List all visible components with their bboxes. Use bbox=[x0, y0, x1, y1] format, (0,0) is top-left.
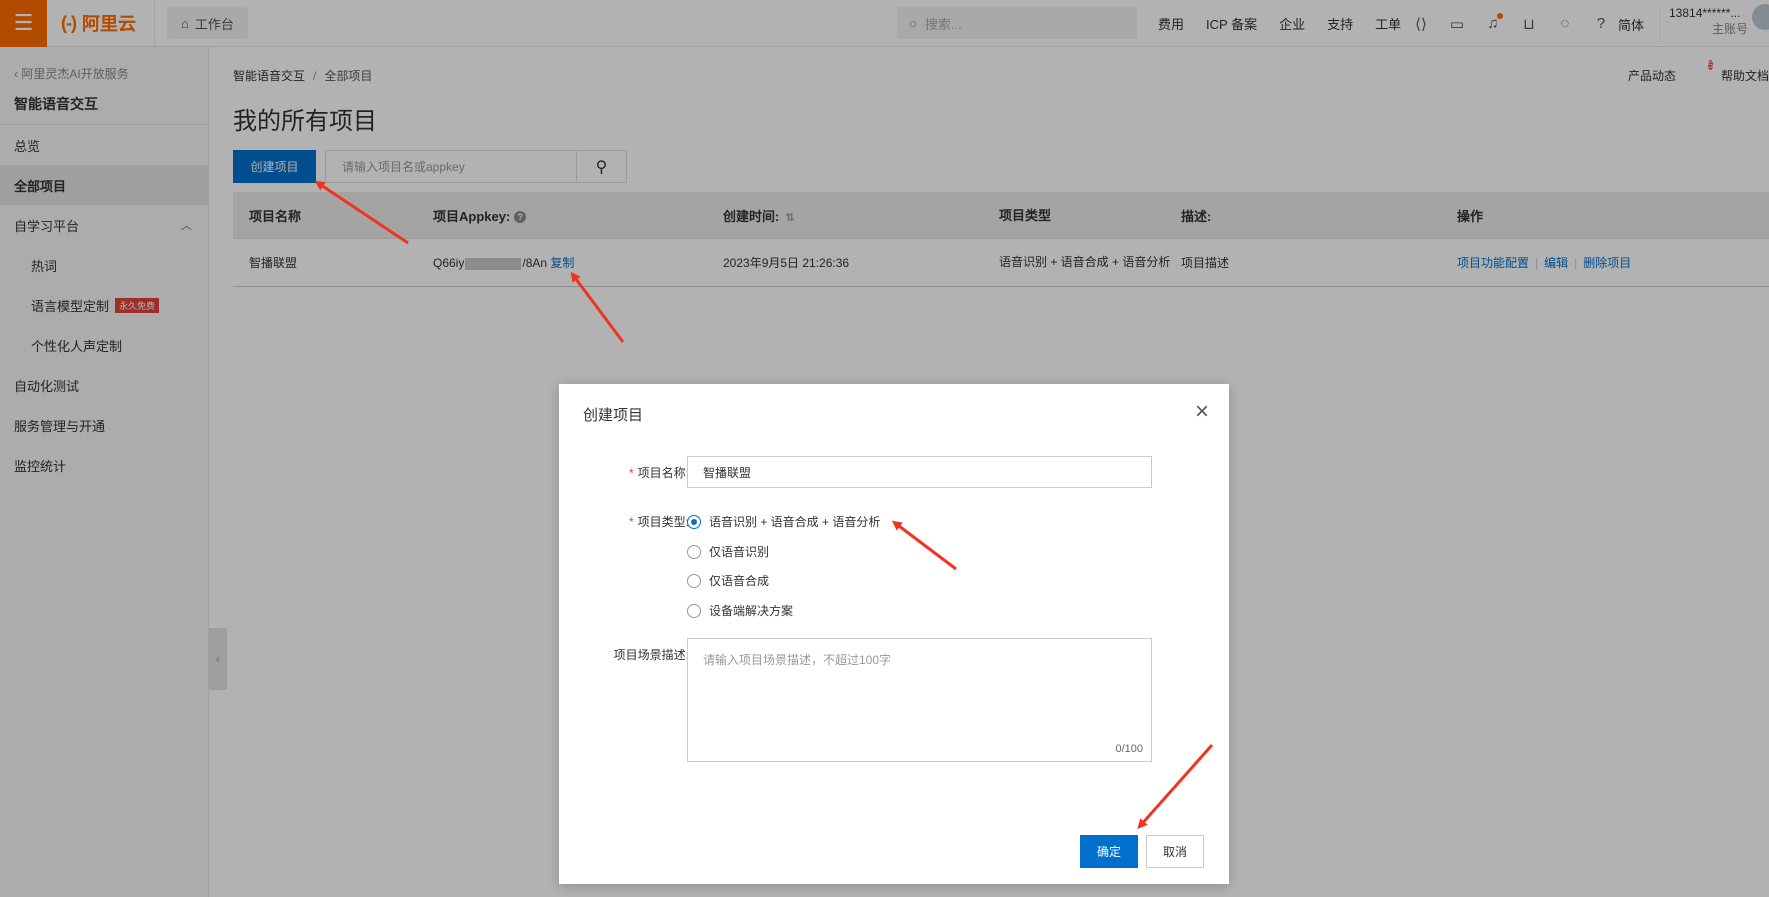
type-option-label: 语音识别 + 语音合成 + 语音分析 bbox=[709, 515, 881, 529]
type-label: * 项目类型: bbox=[589, 513, 689, 530]
type-label-text: 项目类型: bbox=[637, 515, 689, 529]
type-option-label: 仅语音合成 bbox=[709, 574, 770, 588]
close-icon[interactable]: × bbox=[1195, 398, 1209, 426]
type-option-tts[interactable]: 仅语音合成 bbox=[687, 572, 769, 589]
description-placeholder: 请输入项目场景描述，不超过100字 bbox=[703, 653, 892, 667]
project-name-input[interactable]: 智播联盟 bbox=[687, 456, 1152, 488]
type-option-label: 设备端解决方案 bbox=[709, 604, 794, 618]
char-counter: 0/100 bbox=[1115, 743, 1143, 755]
radio-icon[interactable] bbox=[687, 544, 701, 559]
radio-icon[interactable] bbox=[687, 573, 701, 588]
dialog-title: 创建项目 bbox=[583, 407, 644, 424]
radio-selected-icon[interactable] bbox=[687, 514, 701, 529]
type-option-full[interactable]: 语音识别 + 语音合成 + 语音分析 bbox=[687, 513, 880, 530]
type-option-asr[interactable]: 仅语音识别 bbox=[687, 543, 769, 560]
description-textarea[interactable]: 请输入项目场景描述，不超过100字 0/100 bbox=[687, 638, 1152, 762]
project-name-value: 智播联盟 bbox=[703, 465, 752, 480]
type-option-label: 仅语音识别 bbox=[709, 545, 770, 559]
required-mark: * bbox=[628, 515, 634, 529]
create-project-dialog: 创建项目 × * 项目名称: 智播联盟 * 项目类型: 语音识别 + 语音合成 + … bbox=[559, 384, 1229, 884]
desc-label: 项目场景描述: bbox=[613, 648, 689, 662]
radio-icon[interactable] bbox=[687, 603, 701, 618]
type-option-device[interactable]: 设备端解决方案 bbox=[687, 602, 793, 619]
name-label: * 项目名称: bbox=[589, 464, 689, 481]
required-mark: * bbox=[628, 466, 634, 480]
cancel-button[interactable]: 取消 bbox=[1146, 835, 1204, 868]
confirm-button[interactable]: 确定 bbox=[1080, 835, 1138, 868]
name-label-text: 项目名称: bbox=[637, 466, 689, 480]
